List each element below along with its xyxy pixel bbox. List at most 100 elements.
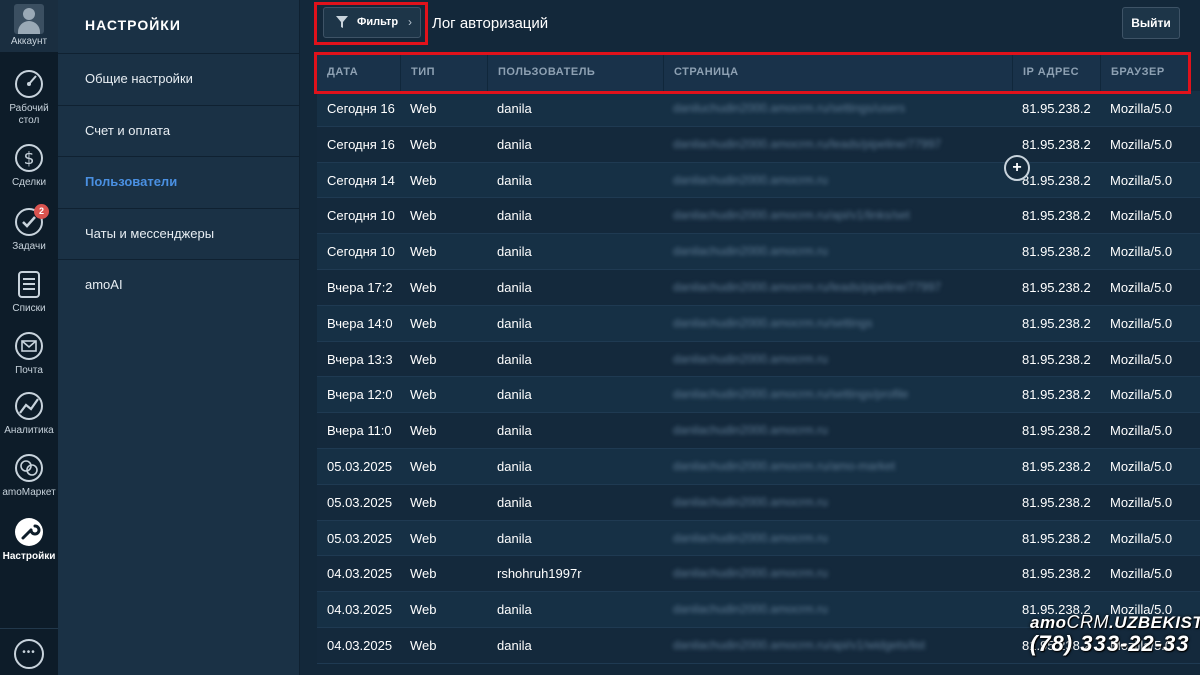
- cell-page: danilachudin2000.amocrm.ru/amo-market: [673, 459, 896, 473]
- rail-item-dashboard[interactable]: Рабочий стол: [0, 68, 58, 127]
- icon-rail: Аккаунт Рабочий стол $ Сделки 2 Задачи С…: [0, 0, 58, 675]
- analytics-icon: [15, 392, 43, 420]
- table-row[interactable]: 04.03.2025 Web rshohruh1997r danilachudin20…: [317, 556, 1200, 593]
- sidebar-title: НАСТРОЙКИ: [58, 0, 299, 54]
- table-row[interactable]: Вчера 13:3 Web danila danilachudin2000.amoc…: [317, 341, 1200, 378]
- column-header-type[interactable]: ТИП: [400, 55, 487, 91]
- table-row[interactable]: Сегодня 16 Web danila daniluchudin2000.amoc…: [317, 91, 1200, 127]
- rail-item-deals[interactable]: $ Сделки: [0, 142, 58, 189]
- cell-browser: Mozilla/5.0: [1110, 315, 1173, 331]
- cell-date: 05.03.2025: [327, 459, 393, 474]
- settings-sidebar: НАСТРОЙКИ Общие настройки Счет и оплата …: [58, 0, 300, 675]
- cell-user: danila: [497, 280, 532, 295]
- cell-date: Сегодня 10: [327, 208, 395, 224]
- cell-date: 04.03.2025: [327, 638, 393, 653]
- cell-type: Web: [410, 244, 437, 260]
- rail-item-lists[interactable]: Списки: [0, 268, 58, 315]
- sidebar-item-general[interactable]: Общие настройки: [58, 54, 299, 106]
- table-row[interactable]: Сегодня 16 Web danila danilachudin2000.amoc…: [317, 126, 1200, 163]
- cell-user: danila: [497, 136, 532, 152]
- rail-label: Списки: [12, 303, 46, 314]
- cell-ip: 81.95.238.2: [1022, 530, 1091, 546]
- table-row[interactable]: Вчера 14:0 Web danila danilachudin2000.amoc…: [317, 305, 1200, 342]
- column-header-browser[interactable]: БРАУЗЕР: [1100, 55, 1191, 91]
- cell-date: Сегодня 16: [327, 101, 395, 116]
- table-row[interactable]: Вчера 17:2 Web danila danilachudin2000.amoc…: [317, 270, 1200, 306]
- cell-browser: Mozilla/5.0: [1110, 566, 1173, 582]
- cell-date: Вчера 17:2: [327, 280, 393, 295]
- table-row[interactable]: Сегодня 10 Web danila danilachudin2000.amoc…: [317, 198, 1200, 235]
- table-row[interactable]: Сегодня 14 Web danila danilachudin2000.amoc…: [317, 162, 1200, 199]
- sidebar-item-users[interactable]: Пользователи: [58, 157, 299, 209]
- table-row[interactable]: 05.03.2025 Web danila danilachudin2000.amoc…: [317, 449, 1200, 485]
- cell-ip: 81.95.238.2: [1022, 244, 1091, 260]
- cell-date: 05.03.2025: [327, 494, 393, 510]
- cell-user: danila: [497, 530, 532, 546]
- cell-ip: 81.95.238.2: [1022, 208, 1091, 224]
- sidebar-item-amoai[interactable]: amoAI: [58, 260, 299, 312]
- table-row[interactable]: 05.03.2025 Web danila danilachudin2000.amoc…: [317, 484, 1200, 521]
- logout-button[interactable]: Выйти: [1122, 7, 1180, 39]
- rail-item-market[interactable]: amoМаркет: [0, 452, 58, 499]
- table-row[interactable]: Вчера 11:0 Web danila danilachudin2000.amoc…: [317, 413, 1200, 449]
- cell-user: danila: [497, 602, 532, 618]
- rail-label: amoМаркет: [2, 487, 56, 498]
- cell-type: Web: [410, 387, 437, 403]
- cell-user: danila: [497, 208, 532, 224]
- cell-type: Web: [410, 494, 437, 510]
- account-button[interactable]: Аккаунт: [0, 0, 58, 52]
- cell-browser: Mozilla/5.0: [1110, 387, 1173, 403]
- cell-type: Web: [410, 566, 437, 582]
- cell-browser: Mozilla/5.0: [1110, 136, 1173, 152]
- cell-page: danilachudin2000.amocrm.ru: [673, 602, 828, 617]
- cell-user: danila: [497, 459, 532, 474]
- sidebar-item-billing[interactable]: Счет и оплата: [58, 106, 299, 157]
- cell-page: danilachudin2000.amocrm.ru: [673, 530, 828, 545]
- cell-date: Вчера 13:3: [327, 351, 393, 367]
- cell-browser: Mozilla/5.0: [1110, 423, 1173, 439]
- cell-page: danilachudin2000.amocrm.ru/leads/pipelin…: [673, 280, 942, 294]
- rail-label: Задачи: [12, 241, 46, 252]
- rail-item-analytics[interactable]: Аналитика: [0, 390, 58, 437]
- cell-type: Web: [410, 602, 437, 618]
- table-row[interactable]: 05.03.2025 Web danila danilachudin2000.amoc…: [317, 520, 1200, 557]
- cell-browser: Mozilla/5.0: [1110, 459, 1173, 474]
- table-row[interactable]: Вчера 12:0 Web danila danilachudin2000.amoc…: [317, 377, 1200, 414]
- cell-ip: 81.95.238.2: [1022, 494, 1091, 510]
- cell-browser: Mozilla/5.0: [1110, 530, 1173, 546]
- market-icon: [15, 454, 43, 482]
- sidebar-item-chats[interactable]: Чаты и мессенджеры: [58, 209, 299, 260]
- filter-button[interactable]: Фильтр ›: [323, 7, 421, 38]
- cell-type: Web: [410, 315, 437, 331]
- settings-icon: [15, 518, 43, 546]
- cell-user: rshohruh1997r: [497, 566, 582, 582]
- chat-button[interactable]: [0, 628, 58, 675]
- cell-browser: Mozilla/5.0: [1110, 280, 1173, 295]
- list-icon: [18, 271, 40, 298]
- column-header-date[interactable]: ДАТА: [317, 55, 400, 91]
- funnel-icon: [336, 16, 348, 28]
- table-header: ДАТА ТИП ПОЛЬЗОВАТЕЛЬ СТРАНИЦА IP АДРЕС …: [317, 55, 1191, 91]
- table-row[interactable]: Сегодня 10 Web danila danilachudin2000.amoc…: [317, 234, 1200, 270]
- add-icon[interactable]: +: [1004, 155, 1030, 181]
- column-header-page[interactable]: СТРАНИЦА: [663, 55, 1012, 91]
- avatar: [14, 4, 44, 34]
- cell-browser: Mozilla/5.0: [1110, 172, 1173, 188]
- cell-date: Сегодня 10: [327, 244, 395, 260]
- cell-user: danila: [497, 351, 532, 367]
- cell-ip: 81.95.238.2: [1022, 387, 1091, 403]
- rail-item-tasks[interactable]: 2 Задачи: [0, 204, 58, 253]
- cell-date: Вчера 11:0: [327, 423, 392, 439]
- cell-ip: 81.95.238.2: [1022, 315, 1091, 331]
- cell-browser: Mozilla/5.0: [1110, 244, 1173, 260]
- cell-date: Сегодня 16: [327, 136, 395, 152]
- rail-item-mail[interactable]: Почта: [0, 330, 58, 377]
- column-header-user[interactable]: ПОЛЬЗОВАТЕЛЬ: [487, 55, 663, 91]
- cell-page: danilachudin2000.amocrm.ru/settings: [673, 315, 873, 330]
- cell-page: danilachudin2000.amocrm.ru: [673, 244, 828, 259]
- toolbar: Фильтр › Лог авторизаций Выйти: [301, 0, 1200, 50]
- cell-date: Вчера 14:0: [327, 315, 393, 331]
- chevron-right-icon: ›: [408, 15, 412, 29]
- rail-item-settings[interactable]: Настройки: [0, 516, 58, 563]
- column-header-ip[interactable]: IP АДРЕС: [1012, 55, 1100, 91]
